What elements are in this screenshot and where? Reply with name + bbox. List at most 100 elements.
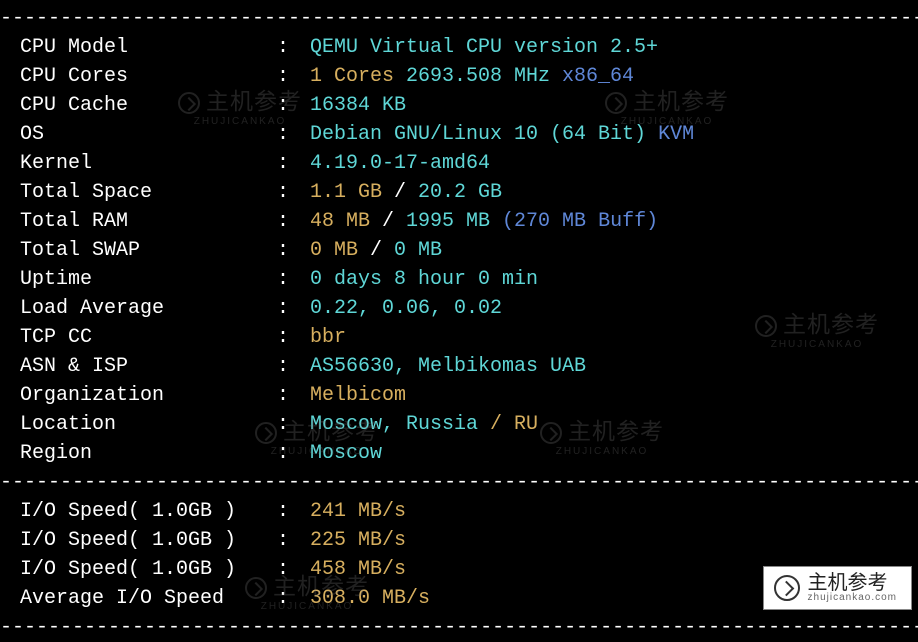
rows-label: Location	[20, 410, 277, 439]
separator: :	[277, 62, 310, 91]
rows-label: OS	[20, 120, 277, 149]
rows-value: QEMU Virtual CPU version 2.5+	[310, 33, 918, 62]
rows-value: AS56630, Melbikomas UAB	[310, 352, 918, 381]
separator: :	[277, 526, 310, 555]
rows-value: Moscow	[310, 439, 918, 468]
rows-row: Location: Moscow, Russia / RU	[0, 410, 918, 439]
rows-value-part: 0.22, 0.06, 0.02	[310, 297, 502, 320]
rows-value-part: 1 Cores	[310, 65, 394, 88]
rows-label: Kernel	[20, 149, 277, 178]
rows-row: Region: Moscow	[0, 439, 918, 468]
rows-value-part: (270 MB Buff)	[490, 210, 658, 233]
io_rows-value: 225 MB/s	[310, 526, 918, 555]
rows-label: Load Average	[20, 294, 277, 323]
rows-row: OS: Debian GNU/Linux 10 (64 Bit) KVM	[0, 120, 918, 149]
rows-label: Uptime	[20, 265, 277, 294]
separator: :	[277, 207, 310, 236]
rows-row: Total RAM: 48 MB / 1995 MB (270 MB Buff)	[0, 207, 918, 236]
rows-value: Moscow, Russia / RU	[310, 410, 918, 439]
rows-value-part: Debian GNU/Linux 10 (64 Bit)	[310, 123, 646, 146]
io_rows-value-part: 308.0 MB/s	[310, 587, 430, 610]
rows-label: Total RAM	[20, 207, 277, 236]
separator: :	[277, 352, 310, 381]
io_rows-label: Average I/O Speed	[20, 584, 277, 613]
rows-value-part: 16384 KB	[310, 94, 406, 117]
rows-row: Load Average: 0.22, 0.06, 0.02	[0, 294, 918, 323]
rows-value: Debian GNU/Linux 10 (64 Bit) KVM	[310, 120, 918, 149]
rows-row: Total SWAP: 0 MB / 0 MB	[0, 236, 918, 265]
rows-value-part: bbr	[310, 326, 346, 349]
divider-line: ----------------------------------------…	[0, 4, 918, 33]
io_rows-label: I/O Speed( 1.0GB )	[20, 555, 277, 584]
io_rows-value-part: 225 MB/s	[310, 529, 406, 552]
rows-value-part: /	[370, 210, 406, 233]
separator: :	[277, 120, 310, 149]
separator: :	[277, 149, 310, 178]
io_rows-value-part: 241 MB/s	[310, 500, 406, 523]
rows-label: TCP CC	[20, 323, 277, 352]
io_rows-label: I/O Speed( 1.0GB )	[20, 526, 277, 555]
rows-value: 0 days 8 hour 0 min	[310, 265, 918, 294]
rows-label: Total SWAP	[20, 236, 277, 265]
divider-line: ----------------------------------------…	[0, 613, 918, 642]
rows-value-part: /	[358, 239, 394, 262]
separator: :	[277, 410, 310, 439]
rows-value-part: Melbicom	[310, 384, 406, 407]
io_rows-row: I/O Speed( 1.0GB ): 225 MB/s	[0, 526, 918, 555]
rows-label: CPU Cores	[20, 62, 277, 91]
rows-label: Total Space	[20, 178, 277, 207]
rows-label: ASN & ISP	[20, 352, 277, 381]
rows-value-part: 0 MB	[394, 239, 442, 262]
rows-value-part: 4.19.0-17-amd64	[310, 152, 490, 175]
rows-value-part: QEMU Virtual CPU version 2.5+	[310, 36, 658, 59]
separator: :	[277, 294, 310, 323]
rows-value-part: 1.1 GB	[310, 181, 382, 204]
divider-line: ----------------------------------------…	[0, 468, 918, 497]
rows-label: CPU Cache	[20, 91, 277, 120]
rows-value: Melbicom	[310, 381, 918, 410]
rows-row: CPU Cores: 1 Cores 2693.508 MHz x86_64	[0, 62, 918, 91]
io_rows-value-part: 458 MB/s	[310, 558, 406, 581]
rows-row: CPU Cache: 16384 KB	[0, 91, 918, 120]
rows-value: 48 MB / 1995 MB (270 MB Buff)	[310, 207, 918, 236]
rows-row: TCP CC: bbr	[0, 323, 918, 352]
rows-value: 1 Cores 2693.508 MHz x86_64	[310, 62, 918, 91]
io_rows-label: I/O Speed( 1.0GB )	[20, 497, 277, 526]
logo-icon	[774, 575, 800, 601]
rows-row: Organization: Melbicom	[0, 381, 918, 410]
io_rows-value: 241 MB/s	[310, 497, 918, 526]
separator: :	[277, 236, 310, 265]
rows-value-part: / RU	[478, 413, 538, 436]
rows-value-part: KVM	[646, 123, 694, 146]
rows-label: Organization	[20, 381, 277, 410]
rows-value-part: 2693.508 MHz	[394, 65, 562, 88]
rows-value-part: 0 days 8 hour 0 min	[310, 268, 538, 291]
rows-value-part: 0 MB	[310, 239, 358, 262]
rows-value: 4.19.0-17-amd64	[310, 149, 918, 178]
separator: :	[277, 555, 310, 584]
separator: :	[277, 33, 310, 62]
rows-value-part: 20.2 GB	[418, 181, 502, 204]
separator: :	[277, 584, 310, 613]
rows-row: Kernel: 4.19.0-17-amd64	[0, 149, 918, 178]
io_rows-row: I/O Speed( 1.0GB ): 241 MB/s	[0, 497, 918, 526]
separator: :	[277, 178, 310, 207]
rows-value: 0.22, 0.06, 0.02	[310, 294, 918, 323]
rows-label: Region	[20, 439, 277, 468]
rows-row: CPU Model: QEMU Virtual CPU version 2.5+	[0, 33, 918, 62]
rows-value-part: 1995 MB	[406, 210, 490, 233]
rows-value: 16384 KB	[310, 91, 918, 120]
rows-value: 0 MB / 0 MB	[310, 236, 918, 265]
separator: :	[277, 497, 310, 526]
rows-value-part: AS56630, Melbikomas UAB	[310, 355, 586, 378]
watermark-url: zhujicankao.com	[808, 593, 897, 603]
rows-value: 1.1 GB / 20.2 GB	[310, 178, 918, 207]
watermark-main: 主机参考	[808, 573, 897, 593]
rows-row: Total Space: 1.1 GB / 20.2 GB	[0, 178, 918, 207]
watermark-badge: 主机参考 zhujicankao.com	[763, 566, 912, 610]
rows-label: CPU Model	[20, 33, 277, 62]
separator: :	[277, 323, 310, 352]
rows-value-part: Moscow, Russia	[310, 413, 478, 436]
separator: :	[277, 381, 310, 410]
rows-value-part: Moscow	[310, 442, 382, 465]
